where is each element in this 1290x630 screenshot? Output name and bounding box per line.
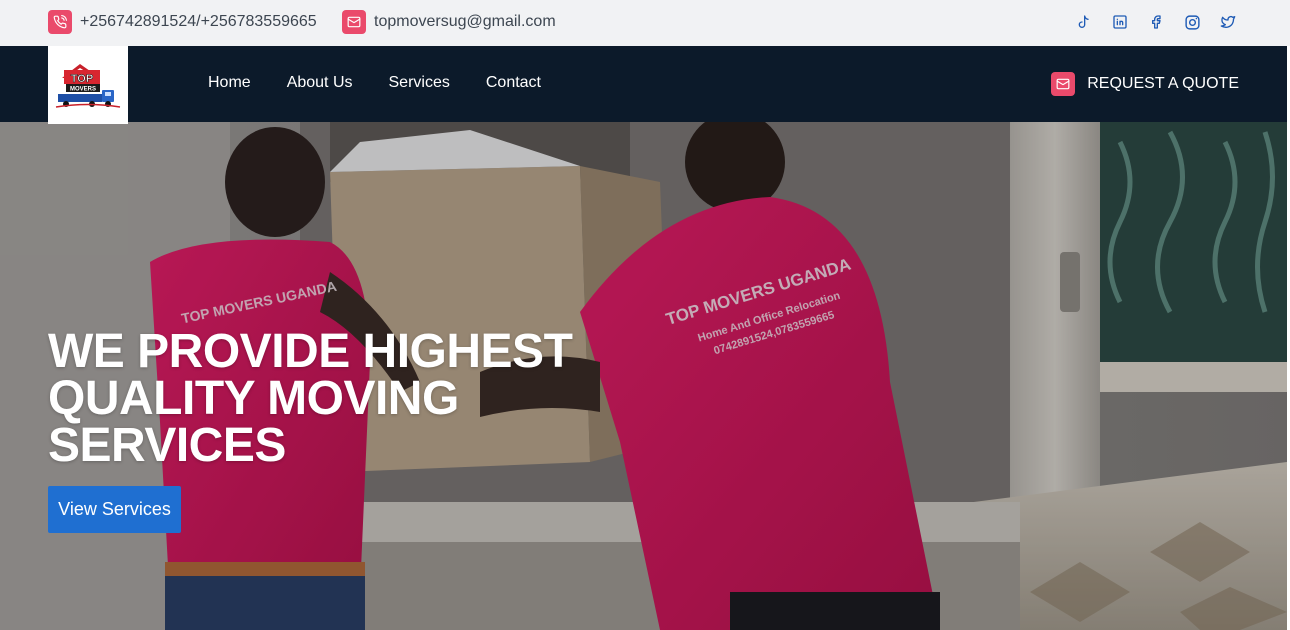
instagram-icon[interactable] bbox=[1182, 12, 1202, 32]
mail-icon bbox=[1051, 72, 1076, 96]
email-text: topmoversug@gmail.com bbox=[374, 13, 556, 30]
facebook-icon[interactable] bbox=[1146, 12, 1166, 32]
nav-about-us[interactable]: About Us bbox=[287, 74, 353, 92]
view-services-button[interactable]: View Services bbox=[48, 486, 181, 533]
email-link[interactable]: topmoversug@gmail.com bbox=[342, 10, 556, 34]
request-quote-button[interactable]: REQUEST A QUOTE bbox=[1051, 72, 1239, 96]
nav-home[interactable]: Home bbox=[208, 74, 251, 92]
mail-icon bbox=[342, 10, 366, 34]
phone-text: +256742891524/+256783559665 bbox=[80, 13, 317, 30]
hero-section: TOP MOVERS UGANDA TOP MOVERS UGANDA Home… bbox=[0, 122, 1287, 630]
linkedin-icon[interactable] bbox=[1110, 12, 1130, 32]
site-logo[interactable]: TOP MOVERS bbox=[48, 46, 128, 124]
phone-icon bbox=[48, 10, 72, 34]
main-navbar: TOP MOVERS Home About Us Services Contac… bbox=[0, 46, 1287, 124]
logo-text-bottom: MOVERS bbox=[70, 87, 96, 93]
nav-services[interactable]: Services bbox=[389, 74, 450, 92]
phone-link[interactable]: +256742891524/+256783559665 bbox=[48, 10, 317, 34]
hero-title: WE PROVIDE HIGHEST QUALITY MOVING SERVIC… bbox=[48, 325, 573, 472]
tiktok-icon[interactable] bbox=[1074, 12, 1094, 32]
request-quote-label: REQUEST A QUOTE bbox=[1087, 75, 1239, 92]
twitter-icon[interactable] bbox=[1218, 12, 1238, 32]
nav-links: Home About Us Services Contact bbox=[208, 74, 541, 92]
top-contact-bar: +256742891524/+256783559665 topmoversug@… bbox=[0, 0, 1290, 46]
logo-mark: TOP MOVERS bbox=[55, 64, 121, 108]
nav-contact[interactable]: Contact bbox=[486, 74, 541, 92]
social-links bbox=[1074, 12, 1238, 32]
logo-text-top: TOP bbox=[71, 73, 93, 85]
